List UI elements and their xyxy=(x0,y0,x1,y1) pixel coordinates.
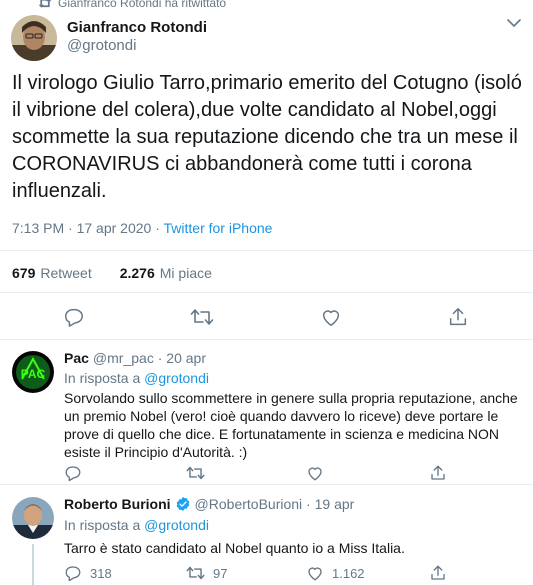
reply-header: Roberto Burioni @RobertoBurioni · 19 apr xyxy=(64,496,355,512)
reply-text: Sorvolando sullo scommettere in genere s… xyxy=(64,390,518,460)
retweet-icon xyxy=(186,464,205,482)
reply-author-name[interactable]: Pac xyxy=(64,350,89,366)
reply-icon xyxy=(64,464,82,482)
reply-date[interactable]: 20 apr xyxy=(166,350,206,366)
retweet-icon[interactable] xyxy=(190,306,214,328)
avatar[interactable] xyxy=(12,497,54,539)
reply-count: 318 xyxy=(90,565,112,581)
retweets-label: Retweet xyxy=(40,265,92,281)
avatar[interactable] xyxy=(11,15,57,61)
like-icon xyxy=(306,564,324,582)
tweet-text: Il virologo Giulio Tarro,primario emerit… xyxy=(12,72,522,202)
likes-count: 2.276 xyxy=(119,265,155,281)
tweet-action-bar xyxy=(0,306,533,332)
retweet-button[interactable]: 97 xyxy=(186,564,227,582)
divider xyxy=(0,292,533,293)
reply-header: Pac @mr_pac · 20 apr xyxy=(64,350,206,366)
reply-button[interactable]: 318 xyxy=(64,564,112,582)
author-handle[interactable]: @grotondi xyxy=(67,37,136,54)
retweet-icon xyxy=(38,0,52,9)
like-count: 1.162 xyxy=(332,565,365,581)
share-button[interactable] xyxy=(429,564,447,582)
share-icon xyxy=(429,464,447,482)
thread-line xyxy=(32,544,34,585)
reply-author-handle[interactable]: @mr_pac xyxy=(93,350,154,366)
reply-button[interactable] xyxy=(64,464,90,482)
reply-tweet[interactable]: Roberto Burioni @RobertoBurioni · 19 apr… xyxy=(0,484,533,585)
tweet-stats: 679 Retweet 2.276 Mi piace xyxy=(12,265,212,281)
reply-text: Tarro è stato candidato al Nobel quanto … xyxy=(64,540,405,556)
likes-stat[interactable]: 2.276 Mi piace xyxy=(120,265,212,281)
verified-badge-icon xyxy=(175,496,191,512)
retweet-count: 97 xyxy=(213,565,228,581)
share-icon[interactable] xyxy=(447,306,469,328)
reply-icon xyxy=(64,564,82,582)
retweets-count: 679 xyxy=(12,265,36,281)
reply-tweet[interactable]: PAC Pac @mr_pac · 20 apr In risposta a @g… xyxy=(0,339,533,484)
like-button[interactable]: 1.162 xyxy=(306,564,365,582)
tweet-timestamp[interactable]: 7:13 PM · 17 apr 2020 · xyxy=(12,220,164,236)
reply-author-handle[interactable]: @RobertoBurioni xyxy=(195,496,303,512)
likes-label: Mi piace xyxy=(159,265,212,281)
svg-text:PAC: PAC xyxy=(21,367,46,381)
retweet-context[interactable]: Gianfranco Rotondi ha ritwittato xyxy=(38,0,226,10)
tweet-source[interactable]: Twitter for iPhone xyxy=(164,220,273,236)
share-icon xyxy=(429,564,447,582)
retweet-icon xyxy=(186,564,205,582)
like-button[interactable] xyxy=(306,464,332,482)
retweet-context-text: Gianfranco Rotondi ha ritwittato xyxy=(58,0,227,10)
share-button[interactable] xyxy=(429,464,447,482)
tweet-meta: 7:13 PM · 17 apr 2020 · Twitter for iPho… xyxy=(12,220,272,236)
avatar[interactable]: PAC xyxy=(12,351,54,393)
reply-icon[interactable] xyxy=(63,306,85,328)
reply-context: In risposta a @grotondi xyxy=(64,370,209,386)
reply-context: In risposta a @grotondi xyxy=(64,517,209,533)
like-icon[interactable] xyxy=(320,306,342,328)
like-icon xyxy=(306,464,324,482)
author-name[interactable]: Gianfranco Rotondi xyxy=(67,19,207,36)
reply-context-handle[interactable]: @grotondi xyxy=(144,370,209,386)
divider xyxy=(0,250,533,251)
chevron-down-icon[interactable] xyxy=(507,18,521,28)
retweet-button[interactable] xyxy=(186,464,213,482)
reply-context-handle[interactable]: @grotondi xyxy=(144,517,209,533)
reply-context-prefix: In risposta a xyxy=(64,370,145,386)
reply-author-name[interactable]: Roberto Burioni xyxy=(64,496,171,512)
reply-date[interactable]: 19 apr xyxy=(315,496,355,512)
retweets-stat[interactable]: 679 Retweet xyxy=(12,265,92,281)
reply-context-prefix: In risposta a xyxy=(64,517,145,533)
